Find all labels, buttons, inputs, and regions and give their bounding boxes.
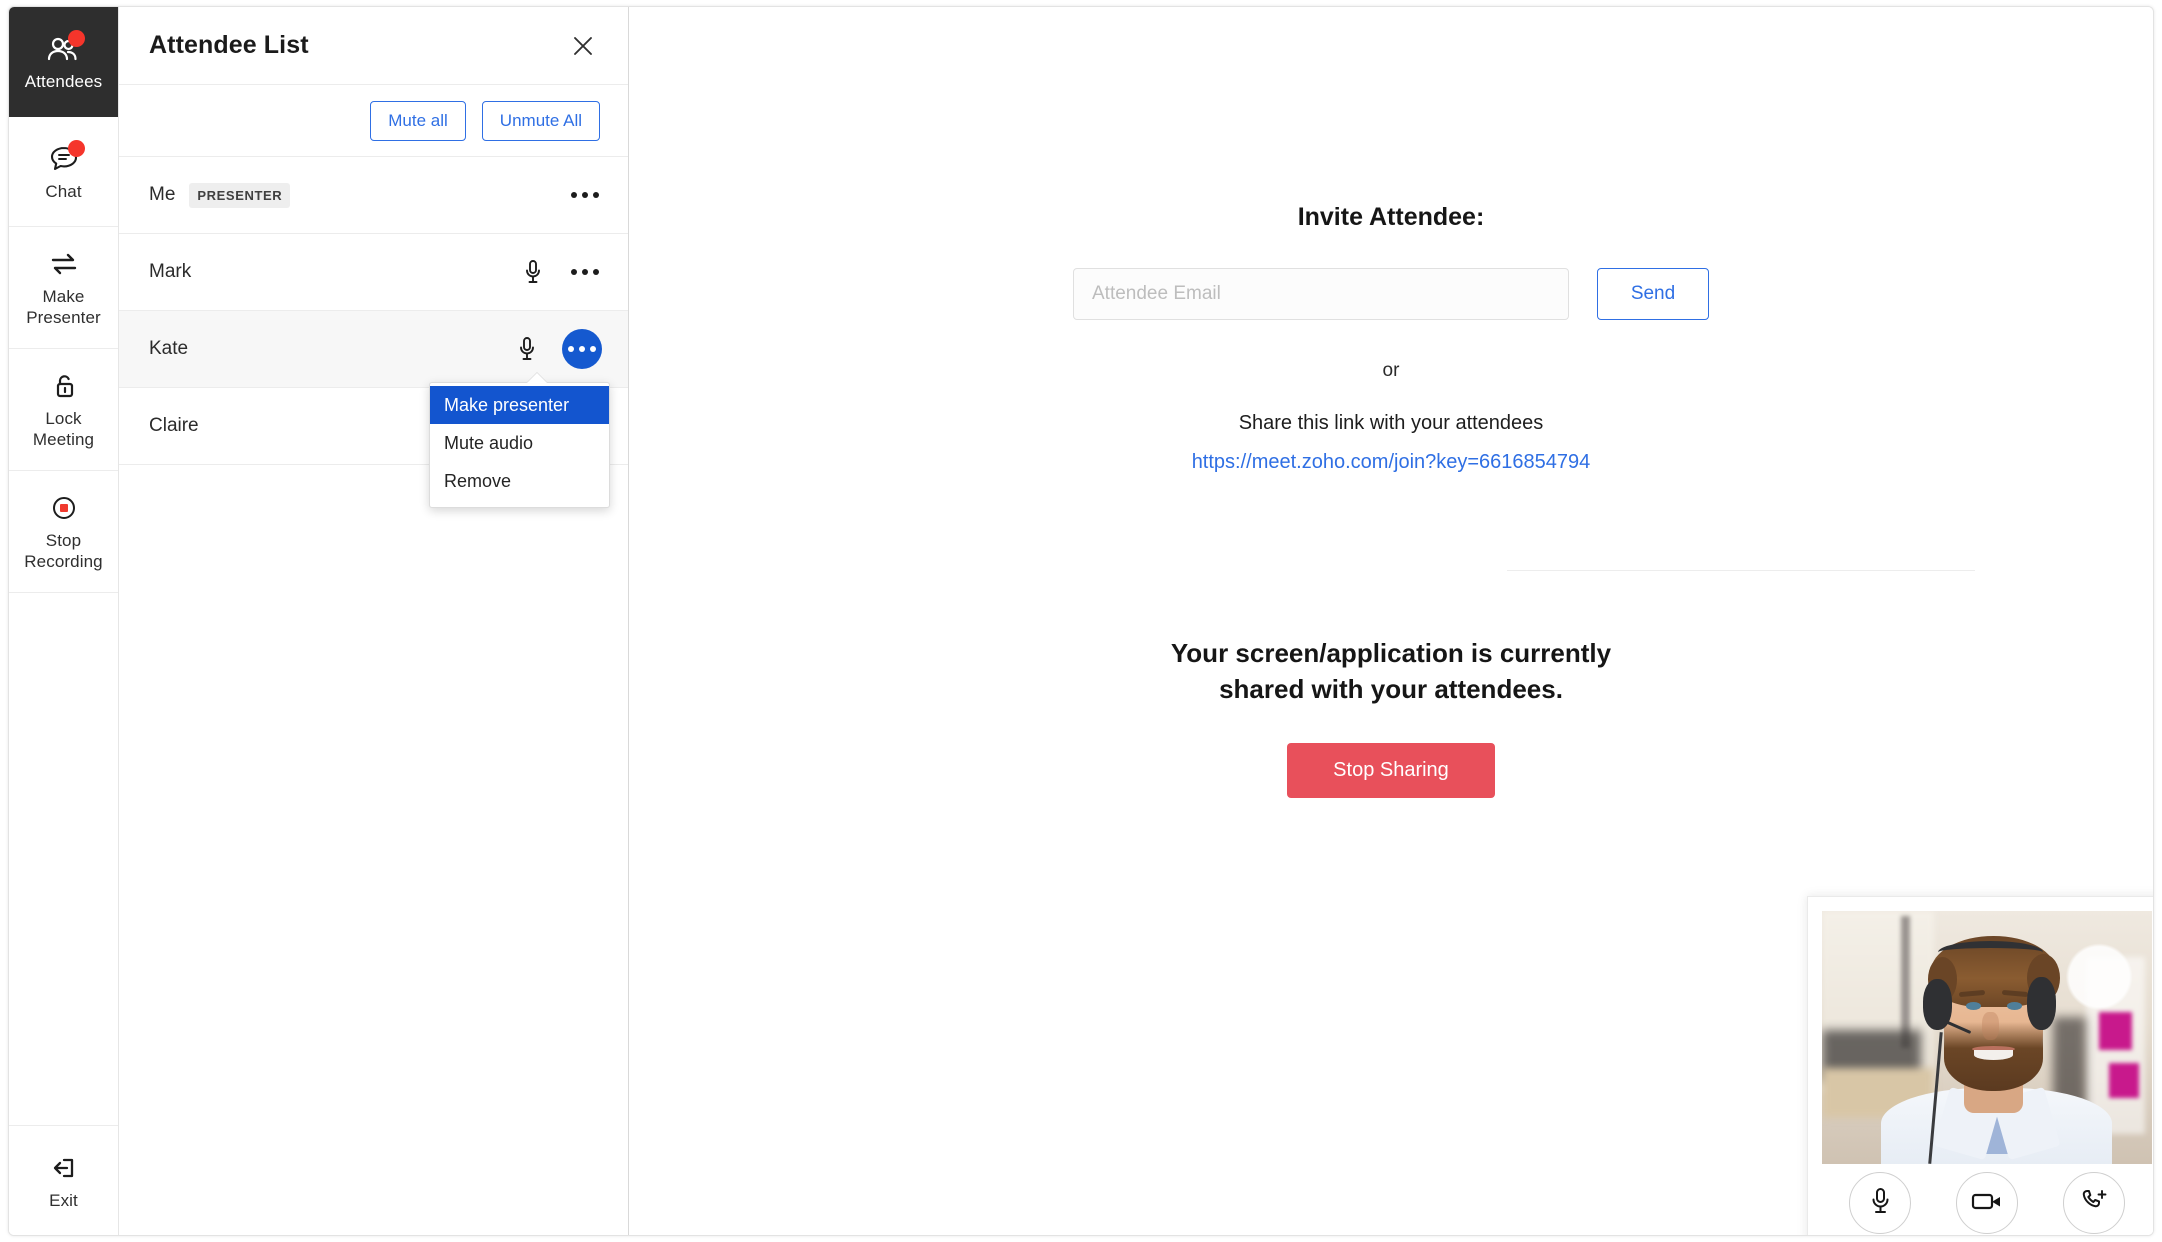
attendee-options-button[interactable] [568,255,602,289]
menu-caret [526,373,548,384]
attendee-options-button-active[interactable] [562,329,602,369]
microphone-icon [1870,1186,1890,1221]
stop-sharing-button[interactable]: Stop Sharing [1287,743,1495,798]
rail-item-label: Exit [49,1190,78,1210]
row-actions [518,255,602,289]
rail-item-chat[interactable]: Chat [9,117,118,227]
rail-item-label: Lock Meeting [32,409,95,449]
rail-item-label: Stop Recording [24,531,103,571]
menu-item-remove[interactable]: Remove [430,462,609,500]
rail-item-label: Make Presenter [26,287,101,327]
open-padlock-icon [44,369,84,403]
screen-share-status: Your screen/application is currently sha… [629,635,2153,798]
swap-arrows-icon [44,247,84,281]
mute-toggle-button[interactable] [1848,1172,1911,1234]
exit-arrow-icon [44,1151,84,1185]
add-call-button[interactable] [2063,1172,2126,1234]
left-rail: Attendees Chat Make Presenter Lock Meeti… [9,7,119,1235]
invite-title: Invite Attendee: [1297,203,1485,231]
self-video-panel [1807,896,2153,1235]
row-actions [568,178,602,212]
share-status-text: Your screen/application is currently sha… [1170,638,1612,704]
rail-item-label: Attendees [24,71,103,91]
people-icon [44,29,85,66]
attendee-row-kate[interactable]: Kate [119,311,628,388]
notification-badge [67,139,85,157]
attendee-email-input[interactable] [1073,268,1569,320]
mute-all-button[interactable]: Mute all [370,100,466,141]
unmute-all-button[interactable]: Unmute All [481,100,600,141]
invite-section: Invite Attendee: Send or Share this link… [629,203,2153,474]
stop-record-icon [44,491,84,525]
attendee-list: Me PRESENTER Mark Kate Claire [119,157,628,1235]
rail-item-make-presenter[interactable]: Make Presenter [9,227,118,349]
video-controls [1822,1164,2152,1235]
or-separator-label: or [1382,360,1400,381]
rail-spacer [9,593,118,1125]
rail-item-stop-recording[interactable]: Stop Recording [9,471,118,593]
attendee-panel: Attendee List Mute all Unmute All Me PRE… [119,7,629,1235]
section-divider [1507,570,1975,571]
attendee-row-me[interactable]: Me PRESENTER [119,157,628,234]
attendee-name: Me [149,184,176,205]
rail-item-attendees[interactable]: Attendees [9,7,118,117]
menu-item-mute-audio[interactable]: Mute audio [430,424,609,462]
microphone-icon[interactable] [518,257,548,287]
attendee-options-button[interactable] [568,178,602,212]
video-camera-icon [1971,1190,2003,1217]
share-link-prompt: Share this link with your attendees [1238,412,1544,434]
close-icon[interactable] [566,29,600,63]
invite-form: Send [1073,268,1709,320]
attendee-name: Mark [149,261,192,282]
phone-add-icon [2080,1187,2108,1220]
attendee-row-mark[interactable]: Mark [119,234,628,311]
camera-toggle-button[interactable] [1955,1172,2018,1234]
panel-header: Attendee List [119,7,628,85]
notification-badge [67,29,85,47]
rail-items: Attendees Chat Make Presenter Lock Meeti… [9,7,118,593]
attendee-name: Kate [149,338,189,359]
rail-item-exit[interactable]: Exit [9,1125,118,1235]
send-invite-button[interactable]: Send [1597,268,1709,320]
row-actions [512,329,602,369]
attendee-context-menu: Make presenter Mute audio Remove [429,373,610,508]
attendee-name: Claire [149,415,199,436]
rail-item-lock-meeting[interactable]: Lock Meeting [9,349,118,471]
presenter-badge: PRESENTER [189,182,291,208]
self-video-feed [1822,911,2152,1164]
main-content: Invite Attendee: Send or Share this link… [629,7,2153,1235]
rail-item-label: Chat [45,181,82,201]
panel-actions: Mute all Unmute All [119,85,628,157]
page-title: Attendee List [149,31,309,59]
meeting-join-link[interactable]: https://meet.zoho.com/join?key=661685479… [1192,451,1591,474]
meeting-window: Attendees Chat Make Presenter Lock Meeti… [8,6,2154,1236]
microphone-icon[interactable] [512,334,542,364]
menu-item-make-presenter[interactable]: Make presenter [430,386,609,424]
chat-bubble-icon [44,139,85,176]
